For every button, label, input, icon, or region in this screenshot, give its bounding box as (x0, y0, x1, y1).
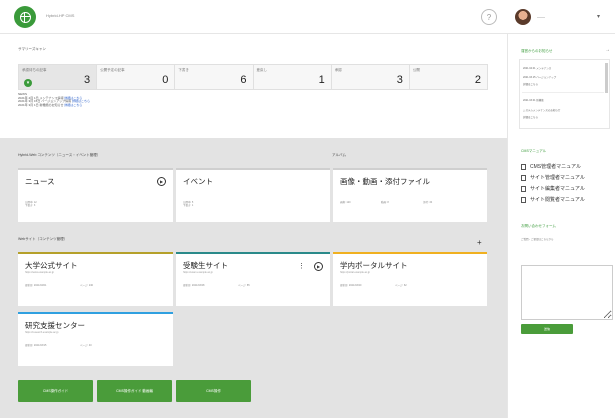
card-url: https://research.example.ac.jp (25, 331, 59, 334)
divider (522, 92, 604, 93)
card-title: 学内ポータルサイト (340, 261, 408, 270)
document-icon (521, 163, 526, 170)
card-title: 大学公式サイト (25, 261, 78, 270)
card-title: 画像・動画・添付ファイル (340, 177, 430, 186)
stat-published[interactable]: 公開 2 (409, 65, 488, 89)
group-label-news: Hybrid-Web コンテンツ（ニュース・イベント管理） (18, 153, 101, 157)
document-icon (521, 196, 526, 203)
stat-pending-approval[interactable]: 承認待ちの記事 ▾ 3 (19, 65, 98, 89)
info-line: 2021.04.01 メンテナンス (523, 67, 552, 70)
stat-label: 下書き (178, 68, 189, 72)
stat-returned[interactable]: 差戻し 1 (253, 65, 332, 89)
card-meta: 動画: 8 (381, 201, 389, 204)
inquiry-note: ご質問・ご要望はこちらから (521, 238, 554, 241)
stat-value: 1 (318, 74, 325, 86)
chevron-down-icon[interactable]: ▾ (597, 14, 600, 20)
scrollbar[interactable] (605, 63, 608, 93)
card-research-site[interactable]: 研究支援センター https://research.example.ac.jp … (18, 312, 173, 366)
play-icon[interactable]: ▶ (314, 262, 323, 271)
card-meta: 更新日: 2021/03/28 (183, 284, 205, 287)
group-label-album: アルバム (332, 153, 346, 157)
manual-title: CMSマニュアル (521, 149, 547, 153)
info-line: システムメンテナンスのお知らせ (523, 109, 561, 112)
play-icon[interactable]: ▶ (157, 177, 166, 186)
info-scroll-list[interactable]: 2021.04.01 メンテナンス 2021.03.15 バージョンアップ 詳細… (519, 59, 610, 129)
card-meta: ページ: 85 (238, 284, 250, 287)
news-list: NEWS 2021年 4月 1日 メンテナンス情報 詳細はこちら 2021年 3… (18, 92, 90, 107)
card-title: 受験生サイト (183, 261, 228, 270)
stat-label: 公開 (412, 68, 420, 72)
app-header: Hybrid-HP CMS ? —— ▾ (0, 0, 615, 34)
card-meta: ページ: 40 (80, 344, 92, 347)
card-meta: ページ: 240 (80, 284, 94, 287)
group-label-websites: Webサイト（コンテンツ管理） (18, 237, 68, 241)
send-button[interactable]: 送信 (521, 324, 573, 334)
card-meta: 添付: 34 (423, 201, 433, 204)
news-item: 2021年 3月 1日 新機能のお知らせ 詳細はこちら (18, 102, 83, 107)
chevron-down-icon[interactable]: ▾ (24, 79, 32, 87)
card-url: https://exam.example.ac.jp (183, 271, 213, 274)
user-name[interactable]: —— (537, 14, 545, 19)
globe-logo-icon[interactable] (14, 6, 36, 28)
card-meta: 更新日: 2021/03/20 (340, 284, 362, 287)
stat-draft[interactable]: 下書き 6 (175, 65, 254, 89)
news-link[interactable]: 詳細はこちら (64, 103, 82, 107)
manual-link[interactable]: サイト管理者マニュアル (521, 174, 585, 181)
avatar[interactable] (515, 9, 531, 25)
card-meta: 更新日: 2021/04/01 (25, 284, 47, 287)
card-title: イベント (183, 177, 213, 186)
stat-approved[interactable]: 承認 3 (331, 65, 410, 89)
summary-title: サマリーズキャン (18, 47, 46, 51)
guide-video-button[interactable]: CMS操作ガイド 動画編 (97, 380, 172, 402)
stat-label: 差戻し (256, 68, 268, 72)
stat-value: 0 (162, 74, 169, 86)
stat-value: 6 (240, 74, 247, 86)
stat-value: 2 (474, 74, 482, 86)
site-name: Hybrid-HP CMS (46, 13, 75, 18)
info-title: 運営からのお知らせ (521, 49, 553, 53)
status-stats: 承認待ちの記事 ▾ 3 公開予定の記事 0 下書き 6 差戻し 1 承認 3 公… (18, 64, 488, 90)
card-event[interactable]: イベント 公開中: 5 下書き: 1 (176, 168, 330, 222)
guide-button[interactable]: CMS操作ガイド (18, 380, 93, 402)
card-url: https://www.example.ac.jp (25, 271, 54, 274)
card-url: https://portal.example.ac.jp (340, 271, 370, 274)
info-line: 2021.03.01 新機能 (523, 99, 544, 102)
card-news[interactable]: ニュース ▶ 公開中: 12 下書き: 3 (18, 168, 173, 222)
right-sidebar: 運営からのお知らせ → 2021.04.01 メンテナンス 2021.03.15… (507, 34, 615, 418)
stat-label: 公開予定の記事 (100, 68, 125, 72)
help-button[interactable]: ? (481, 9, 497, 25)
document-icon (521, 174, 526, 181)
manual-link[interactable]: サイト編集者マニュアル (521, 185, 585, 192)
add-site-button[interactable]: + (477, 239, 482, 247)
card-meta: 公開中: 12 下書き: 3 (25, 201, 37, 207)
card-meta: 画像: 120 (340, 201, 351, 204)
card-univ-site[interactable]: 大学公式サイト https://www.example.ac.jp 更新日: 2… (18, 252, 173, 306)
manual-link[interactable]: サイト閲覧者マニュアル (521, 196, 585, 203)
card-meta: 更新日: 2021/03/15 (25, 344, 47, 347)
card-media[interactable]: 画像・動画・添付ファイル 画像: 120 動画: 8 添付: 34 (333, 168, 487, 222)
card-title: ニュース (25, 177, 55, 186)
manual-link[interactable]: CMS管理者マニュアル (521, 163, 581, 170)
inquiry-title: お問い合わせフォーム (521, 224, 556, 228)
card-meta: 公開中: 5 下書き: 1 (183, 201, 194, 207)
inquiry-textarea[interactable] (521, 265, 613, 320)
stat-label: 承認待ちの記事 (22, 68, 47, 72)
stat-scheduled[interactable]: 公開予定の記事 0 (97, 65, 176, 89)
card-portal-site[interactable]: 学内ポータルサイト https://portal.example.ac.jp 更… (333, 252, 487, 306)
arrow-right-icon[interactable]: → (605, 48, 610, 53)
card-exam-site[interactable]: 受験生サイト https://exam.example.ac.jp ⋮ ▶ 更新… (176, 252, 330, 306)
guide-ops-button[interactable]: CMS操作 (176, 380, 251, 402)
info-link[interactable]: 詳細はこちら (523, 115, 538, 119)
info-link[interactable]: 詳細はこちら (523, 82, 538, 86)
stat-value: 3 (84, 74, 91, 86)
info-line: 2021.03.15 バージョンアップ (523, 76, 557, 79)
card-meta: ページ: 62 (395, 284, 407, 287)
stat-value: 3 (396, 74, 403, 86)
stat-label: 承認 (334, 68, 342, 72)
more-menu-icon[interactable]: ⋮ (298, 263, 305, 270)
card-title: 研究支援センター (25, 321, 85, 330)
document-icon (521, 185, 526, 192)
